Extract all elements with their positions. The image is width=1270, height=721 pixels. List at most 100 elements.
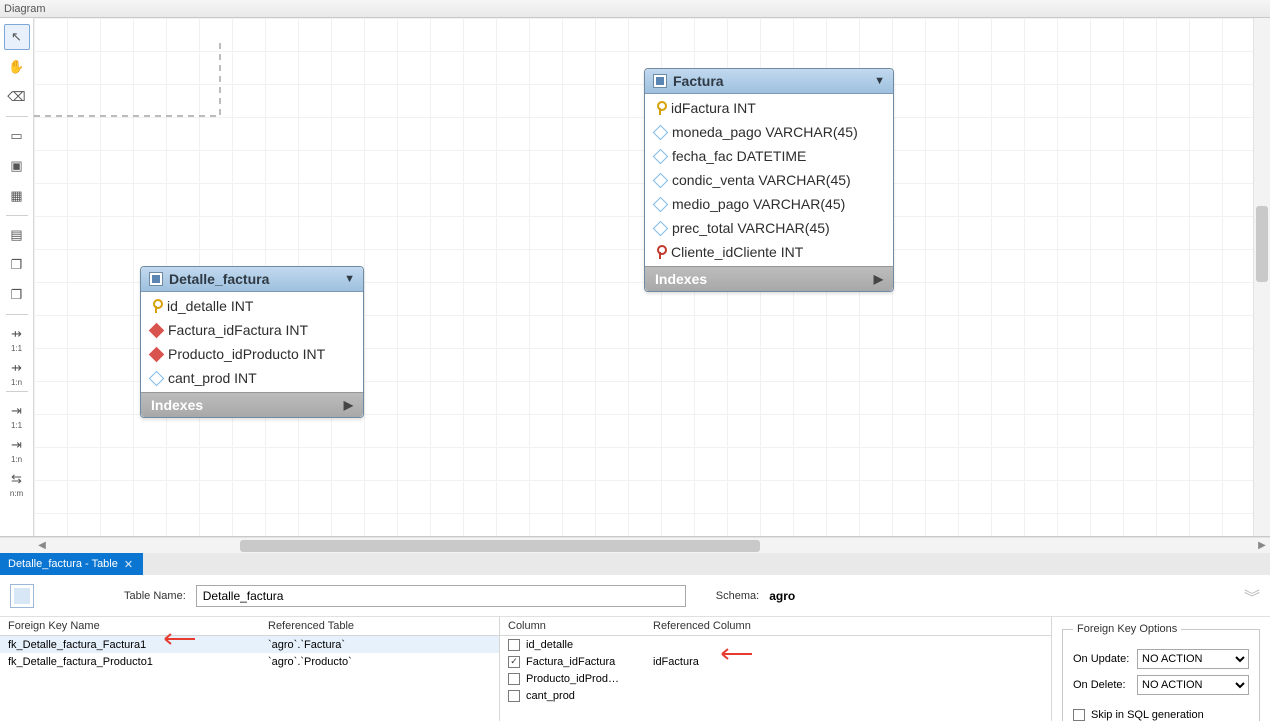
hand-tool[interactable]: ✋ — [4, 54, 30, 80]
col-checkbox[interactable] — [508, 639, 520, 651]
column-text: prec_total VARCHAR(45) — [672, 220, 830, 236]
table-column[interactable]: id_detalle INT — [141, 294, 363, 318]
table-icon — [653, 74, 667, 88]
key-red-icon — [655, 245, 665, 259]
note-tool[interactable]: ▭ — [4, 123, 30, 149]
diagram-upper: ↖✋⌫▭▣▦▤❐❒⇸1:1⇸1:n⇥1:1⇥1:n⇆n:m Detalle_fa… — [0, 18, 1270, 537]
view-tool[interactable]: ❐ — [4, 252, 30, 278]
scroll-thumb[interactable] — [240, 540, 760, 552]
table-column[interactable]: fecha_fac DATETIME — [645, 144, 893, 168]
col-checkbox[interactable] — [508, 690, 520, 702]
on-delete-label: On Delete: — [1073, 679, 1126, 691]
table-column[interactable]: idFactura INT — [645, 96, 893, 120]
annotation-arrow — [159, 632, 195, 646]
table-name-input[interactable] — [196, 585, 686, 607]
col-row[interactable]: cant_prod — [500, 687, 1051, 704]
di-empty-icon — [653, 196, 669, 212]
di-empty-icon — [653, 172, 669, 188]
col-col-ref: Referenced Column — [645, 620, 1051, 632]
column-text: Producto_idProducto INT — [168, 346, 325, 362]
table-column[interactable]: moneda_pago VARCHAR(45) — [645, 120, 893, 144]
column-text: medio_pago VARCHAR(45) — [672, 196, 845, 212]
col-col-name: Column — [500, 620, 645, 632]
diagram-tab-label: Diagram — [0, 0, 1270, 18]
scroll-left-icon[interactable]: ◀ — [34, 539, 50, 553]
fk-referenced: `agro`.`Producto` — [260, 656, 499, 668]
table-column[interactable]: Cliente_idCliente INT — [645, 240, 893, 264]
table-columns: idFactura INT moneda_pago VARCHAR(45) fech… — [645, 94, 893, 266]
column-text: cant_prod INT — [168, 370, 257, 386]
layer-tool[interactable]: ▦ — [4, 183, 30, 209]
table-title: Detalle_factura — [169, 271, 269, 287]
fk-col-name: Foreign Key Name — [0, 620, 260, 632]
expand-panel-icon[interactable]: ︾ — [1244, 584, 1260, 608]
di-empty-icon — [653, 148, 669, 164]
col-name: cant_prod — [526, 690, 575, 702]
col-referenced: idFactura — [645, 656, 1051, 668]
di-empty-icon — [653, 220, 669, 236]
overview-thumb[interactable] — [1256, 206, 1268, 282]
di-empty-icon — [149, 370, 165, 386]
schema-value: agro — [769, 589, 795, 603]
fk-row[interactable]: fk_Detalle_factura_Producto1`agro`.`Prod… — [0, 653, 499, 670]
fk-header: Foreign Key Name Referenced Table — [0, 617, 499, 636]
fk-options-fieldset: Foreign Key Options On Update: NO ACTION… — [1062, 623, 1260, 721]
indexes-section[interactable]: Indexes ▶ — [141, 392, 363, 417]
scroll-right-icon[interactable]: ▶ — [1254, 539, 1270, 553]
on-delete-select[interactable]: NO ACTION — [1137, 675, 1249, 695]
col-name: Factura_idFactura — [526, 656, 615, 668]
table-title: Factura — [673, 73, 724, 89]
table-columns: id_detalle INT Factura_idFactura INT Produ… — [141, 292, 363, 392]
table-column[interactable]: prec_total VARCHAR(45) — [645, 216, 893, 240]
table-name-label: Table Name: — [124, 590, 186, 602]
table-tool[interactable]: ▤ — [4, 222, 30, 248]
routine-tool[interactable]: ❒ — [4, 282, 30, 308]
collapse-icon[interactable]: ▼ — [344, 273, 355, 285]
foreign-keys-pane: Foreign Key Name Referenced Table fk_Det… — [0, 617, 500, 721]
table-detalle-factura[interactable]: Detalle_factura ▼ id_detalle INT Factura_… — [140, 266, 364, 418]
key-icon — [655, 101, 665, 115]
table-column[interactable]: Factura_idFactura INT — [141, 318, 363, 342]
tab-detalle-factura[interactable]: Detalle_factura - Table ✕ — [0, 553, 143, 575]
table-column[interactable]: Producto_idProducto INT — [141, 342, 363, 366]
column-text: Factura_idFactura INT — [168, 322, 308, 338]
table-column[interactable]: cant_prod INT — [141, 366, 363, 390]
column-text: idFactura INT — [671, 100, 756, 116]
indexes-section[interactable]: Indexes ▶ — [645, 266, 893, 291]
skip-sql-checkbox[interactable] — [1073, 709, 1085, 721]
indexes-label: Indexes — [151, 397, 203, 413]
pointer-tool[interactable]: ↖ — [4, 24, 30, 50]
collapse-icon[interactable]: ▼ — [874, 75, 885, 87]
annotation-arrow — [716, 647, 752, 661]
col-checkbox[interactable] — [508, 656, 520, 668]
on-update-select[interactable]: NO ACTION — [1137, 649, 1249, 669]
diagram-canvas[interactable]: Detalle_factura ▼ id_detalle INT Factura_… — [34, 18, 1253, 536]
column-text: condic_venta VARCHAR(45) — [672, 172, 851, 188]
eraser-tool[interactable]: ⌫ — [4, 84, 30, 110]
column-text: id_detalle INT — [167, 298, 253, 314]
column-text: moneda_pago VARCHAR(45) — [672, 124, 858, 140]
table-header[interactable]: Detalle_factura ▼ — [141, 267, 363, 292]
table-header[interactable]: Factura ▼ — [645, 69, 893, 94]
col-row[interactable]: Factura_idFactura idFactura — [500, 653, 1051, 670]
col-name: Producto_idProd… — [526, 673, 619, 685]
overview-gutter[interactable] — [1253, 18, 1270, 536]
fk-row[interactable]: fk_Detalle_factura_Factura1`agro`.`Factu… — [0, 636, 499, 653]
table-column[interactable]: condic_venta VARCHAR(45) — [645, 168, 893, 192]
col-checkbox[interactable] — [508, 673, 520, 685]
expand-icon[interactable]: ▶ — [874, 272, 883, 286]
table-column[interactable]: medio_pago VARCHAR(45) — [645, 192, 893, 216]
di-empty-icon — [653, 124, 669, 140]
scroll-track[interactable] — [50, 539, 1254, 553]
image-tool[interactable]: ▣ — [4, 153, 30, 179]
fk-col-ref: Referenced Table — [260, 620, 499, 632]
close-icon[interactable]: ✕ — [124, 558, 133, 571]
horizontal-scrollbar[interactable]: ◀ ▶ — [0, 537, 1270, 553]
fk-name: fk_Detalle_factura_Factura1 — [0, 639, 260, 651]
editor-panel: Table Name: Schema: agro ︾ Foreign Key N… — [0, 575, 1270, 721]
col-row[interactable]: Producto_idProd… — [500, 670, 1051, 687]
column-text: Cliente_idCliente INT — [671, 244, 803, 260]
expand-icon[interactable]: ▶ — [344, 398, 353, 412]
table-factura[interactable]: Factura ▼ idFactura INT moneda_pago VARCH… — [644, 68, 894, 292]
col-row[interactable]: id_detalle — [500, 636, 1051, 653]
